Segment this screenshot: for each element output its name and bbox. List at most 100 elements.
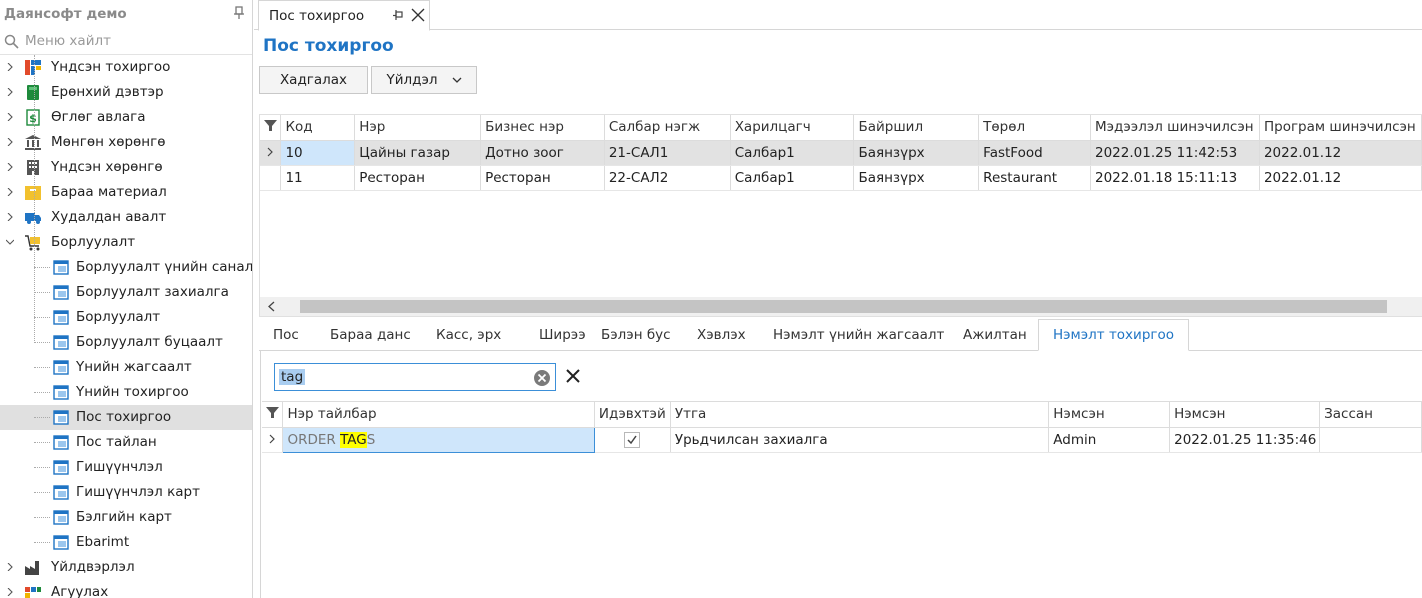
column-header[interactable]: Нэр <box>354 115 482 141</box>
tab-extra-settings[interactable]: Нэмэлт тохиргоо <box>1038 319 1190 351</box>
tree-item-sales-child[interactable]: Гишүүнчлэл <box>0 455 252 480</box>
tab-cashier-rights[interactable]: Касс, эрх <box>436 319 501 351</box>
active-checkbox[interactable] <box>624 431 641 448</box>
filter-icon-cell[interactable] <box>260 115 282 141</box>
scrollbar-thumb[interactable] <box>300 300 1387 313</box>
table-cell[interactable]: Дотно зоог <box>480 140 605 166</box>
tab-extra-price-list[interactable]: Нэмэлт үнийн жагсаалт <box>773 319 944 351</box>
column-header[interactable]: Байршил <box>853 115 980 141</box>
chevron-right-icon[interactable] <box>6 163 14 171</box>
chevron-right-icon[interactable] <box>6 588 14 596</box>
table-cell[interactable]: 2022.01.25 11:42:53 <box>1090 140 1260 166</box>
column-header[interactable]: Мэдээлэл шинэчилсэн <box>1090 115 1260 141</box>
table-cell[interactable]: Салбар1 <box>730 140 855 166</box>
tree-item-sales-child[interactable]: Борлуулалт буцаалт <box>0 330 252 355</box>
tree-item-cash[interactable]: Мөнгөн хөрөнгө <box>0 130 252 155</box>
column-header[interactable]: Нэмсэн <box>1048 402 1171 428</box>
column-header[interactable]: Нэмсэн <box>1169 402 1321 428</box>
chevron-right-icon[interactable] <box>6 88 14 96</box>
table-cell[interactable]: 22-САЛ2 <box>604 165 731 191</box>
tree-item-sales-child[interactable]: Үнийн тохиргоо <box>0 380 252 405</box>
table-row[interactable]: 11 Ресторан Ресторан 22-САЛ2 Салбар1 Бая… <box>260 165 1422 191</box>
table-row[interactable]: 10 Цайны газар Дотно зоог 21-САЛ1 Салбар… <box>260 140 1422 166</box>
filter-input[interactable]: tag <box>274 363 556 391</box>
tree-item-inventory[interactable]: Бараа материал <box>0 180 252 205</box>
column-header[interactable]: Нэр тайлбар <box>282 402 595 428</box>
table-cell[interactable]: Урьдчилсан захиалга <box>670 427 1050 453</box>
table-cell[interactable]: 11 <box>280 165 356 191</box>
doc-tab-pos-settings[interactable]: Пос тохиргоо <box>258 0 430 31</box>
table-cell[interactable]: FastFood <box>978 140 1091 166</box>
column-header[interactable]: Идэвхтэй <box>594 402 671 428</box>
tab-print[interactable]: Хэвлэх <box>697 319 746 351</box>
tree-item-payables-receivables[interactable]: $ Өглөг авлага <box>0 105 252 130</box>
action-dropdown-button[interactable]: Үйлдэл <box>371 66 477 94</box>
close-filter-icon[interactable] <box>565 368 581 384</box>
table-row[interactable]: ORDER TAGS Урьдчилсан захиалга Admin 202… <box>262 426 1422 453</box>
chevron-right-icon[interactable] <box>6 63 14 71</box>
clear-input-icon[interactable] <box>533 369 551 387</box>
chevron-down-icon[interactable] <box>6 238 14 246</box>
save-button[interactable]: Хадгалах <box>259 66 368 94</box>
tree-item-general-ledger[interactable]: Ерөнхий дэвтэр <box>0 80 252 105</box>
tree-item-sales-child[interactable]: Ebarimt <box>0 530 252 555</box>
pin-icon[interactable] <box>234 6 244 20</box>
tab-employees[interactable]: Ажилтан <box>963 319 1027 351</box>
table-cell[interactable]: Баянзүрх <box>853 165 980 191</box>
chevron-right-icon[interactable] <box>6 113 14 121</box>
table-cell[interactable]: Ресторан <box>354 165 482 191</box>
chevron-right-icon[interactable] <box>6 213 14 221</box>
horizontal-scrollbar[interactable] <box>260 297 1422 316</box>
tree-item-sales-child[interactable]: Гишүүнчлэл карт <box>0 480 252 505</box>
column-header[interactable]: Утга <box>670 402 1050 428</box>
tree-item-warehouse[interactable]: Агуулах <box>0 580 252 598</box>
tree-item-sales-child[interactable]: Борлуулалт үнийн санал <box>0 255 252 280</box>
column-header[interactable]: Програм шинэчилсэн <box>1259 115 1422 141</box>
filter-icon-cell[interactable] <box>262 402 284 428</box>
filter-icon[interactable] <box>265 406 279 419</box>
table-cell[interactable]: Салбар1 <box>730 165 855 191</box>
column-header[interactable]: Харилцагч <box>730 115 855 141</box>
pin-icon[interactable] <box>393 10 404 21</box>
column-header[interactable]: Код <box>280 115 356 141</box>
tree-item-sales-child[interactable]: Борлуулалт захиалга <box>0 280 252 305</box>
table-cell[interactable]: Цайны газар <box>354 140 482 166</box>
tree-item-manufacturing[interactable]: Үйлдвэрлэл <box>0 555 252 580</box>
tab-item-account[interactable]: Бараа данс <box>330 319 411 351</box>
table-cell[interactable]: 2022.01.18 15:11:13 <box>1090 165 1260 191</box>
tree-item-purchasing[interactable]: Худалдан авалт <box>0 205 252 230</box>
tree-item-sales-child[interactable]: Пос тохиргоо <box>0 405 252 430</box>
tab-pos[interactable]: Пос <box>273 319 299 351</box>
filter-icon[interactable] <box>263 119 277 132</box>
chevron-right-icon[interactable] <box>6 138 14 146</box>
column-header[interactable]: Төрөл <box>978 115 1091 141</box>
table-cell[interactable]: 21-САЛ1 <box>604 140 731 166</box>
table-cell[interactable]: 2022.01.12 <box>1259 165 1422 191</box>
scroll-left-icon[interactable] <box>268 301 275 312</box>
table-cell[interactable]: 10 <box>280 140 356 166</box>
tab-tables[interactable]: Ширээ <box>539 319 586 351</box>
chevron-right-icon[interactable] <box>6 188 14 196</box>
table-cell[interactable] <box>1319 427 1422 453</box>
column-header[interactable]: Зассан <box>1319 402 1422 428</box>
tree-item-basic-settings[interactable]: Үндсэн тохиргоо <box>0 55 252 80</box>
table-cell[interactable]: Баянзүрх <box>853 140 980 166</box>
tree-item-sales-child[interactable]: Үнийн жагсаалт <box>0 355 252 380</box>
chevron-right-icon[interactable] <box>6 563 14 571</box>
table-cell[interactable]: Ресторан <box>480 165 605 191</box>
tree-item-sales-child[interactable]: Бэлгийн карт <box>0 505 252 530</box>
column-header[interactable]: Салбар нэгж <box>604 115 731 141</box>
active-checkbox-cell[interactable] <box>594 427 671 453</box>
filter-input-value[interactable]: tag <box>279 369 306 385</box>
tab-non-cash[interactable]: Бэлэн бус <box>601 319 671 351</box>
tree-item-sales[interactable]: Борлуулалт <box>0 230 252 255</box>
table-cell[interactable]: Restaurant <box>978 165 1091 191</box>
column-header[interactable]: Бизнес нэр <box>480 115 605 141</box>
tree-item-sales-child[interactable]: Пос тайлан <box>0 430 252 455</box>
tree-item-sales-child[interactable]: Борлуулалт <box>0 305 252 330</box>
table-cell[interactable]: Admin <box>1048 427 1171 453</box>
tree-item-fixed-assets[interactable]: Үндсэн хөрөнгө <box>0 155 252 180</box>
close-icon[interactable] <box>411 8 425 22</box>
setting-name-cell[interactable]: ORDER TAGS <box>282 426 595 453</box>
menu-search[interactable]: Меню хайлт <box>0 28 252 55</box>
